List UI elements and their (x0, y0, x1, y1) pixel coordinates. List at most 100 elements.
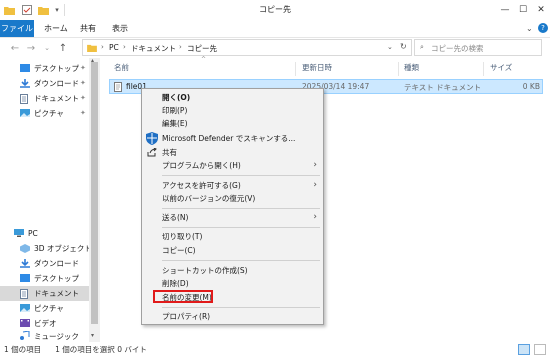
nav-pc[interactable]: PC (0, 226, 100, 241)
tab-home[interactable]: ホーム (44, 20, 68, 37)
download-icon (20, 259, 30, 268)
nav-pc-desktop[interactable]: デスクトップ (0, 271, 100, 286)
menu-separator (162, 227, 320, 228)
nav-quick-desktop[interactable]: デスクトップ ✦ (0, 61, 100, 76)
column-separator[interactable] (398, 62, 399, 76)
column-separator[interactable] (483, 62, 484, 76)
sort-up-icon: ^ (201, 56, 207, 63)
breadcrumb-chevron-icon: › (179, 43, 182, 51)
menu-delete[interactable]: 削除(D) (142, 277, 323, 290)
share-icon (147, 147, 157, 159)
pin-icon: ✦ (80, 64, 86, 72)
rename-highlight-box (153, 290, 213, 303)
menu-properties[interactable]: プロパティ(R) (142, 310, 323, 323)
pin-icon: ✦ (80, 79, 86, 87)
column-type[interactable]: 種類 (404, 62, 419, 74)
nav-quick-downloads[interactable]: ダウンロード ✦ (0, 76, 100, 91)
nav-label: ダウンロード (34, 259, 79, 268)
3d-objects-icon (20, 244, 30, 253)
file-type: テキスト ドキュメント (404, 83, 482, 92)
nav-pc-downloads[interactable]: ダウンロード (0, 256, 100, 271)
breadcrumb-pc[interactable]: PC (109, 43, 119, 52)
column-size[interactable]: サイズ (490, 62, 512, 74)
nav-label: PC (28, 229, 38, 238)
menu-separator (162, 260, 320, 261)
menu-separator (162, 175, 320, 176)
minimize-icon[interactable]: — (496, 0, 514, 20)
ribbon-expand-icon[interactable]: ⌄ (526, 24, 533, 33)
nav-label: ピクチャ (34, 304, 64, 313)
refresh-icon[interactable]: ↻ (400, 42, 407, 51)
ribbon-tabs: ファイル ホーム 共有 表示 ⌄ ? (0, 20, 550, 38)
document-icon (20, 94, 30, 104)
nav-scroll-thumb[interactable] (91, 62, 98, 324)
recent-locations-icon[interactable]: ⌄ (40, 40, 54, 56)
scroll-down-icon[interactable]: ▾ (91, 332, 94, 339)
menu-copy[interactable]: コピー(C) (142, 244, 323, 257)
menu-create-shortcut[interactable]: ショートカットの作成(S) (142, 264, 323, 277)
menu-give-access[interactable]: アクセスを許可する(G) › (142, 179, 323, 192)
menu-send-to[interactable]: 送る(N) › (142, 211, 323, 224)
tab-file[interactable]: ファイル (0, 20, 34, 37)
nav-quick-documents[interactable]: ドキュメント ✦ (0, 91, 100, 106)
menu-open-with[interactable]: プログラムから開く(H) › (142, 159, 323, 172)
address-dropdown-icon[interactable]: ⌄ (387, 43, 393, 51)
search-box[interactable]: ⌕ コピー先の検索 (414, 39, 542, 56)
column-modified[interactable]: 更新日時 (302, 62, 332, 74)
nav-pc-music[interactable]: ミュージック (0, 331, 100, 341)
forward-icon[interactable]: → (24, 40, 38, 56)
submenu-arrow-icon: › (313, 160, 317, 170)
breadcrumb-documents[interactable]: ドキュメント (131, 43, 176, 54)
nav-pc-videos[interactable]: ビデオ (0, 316, 100, 331)
nav-pc-pictures[interactable]: ピクチャ (0, 301, 100, 316)
nav-label: ミュージック (34, 332, 79, 341)
menu-separator (162, 307, 320, 308)
details-view-icon[interactable] (518, 344, 530, 355)
tab-share[interactable]: 共有 (80, 20, 96, 37)
nav-label: デスクトップ (34, 64, 79, 73)
nav-pc-documents[interactable]: ドキュメント (0, 286, 100, 301)
text-file-icon (114, 82, 122, 94)
status-selection: 1 個の項目を選択 0 バイト (55, 345, 147, 354)
desktop-icon (20, 274, 30, 283)
nav-quick-pictures[interactable]: ピクチャ ✦ (0, 106, 100, 121)
menu-restore-versions[interactable]: 以前のバージョンの復元(V) (142, 192, 323, 205)
document-icon (20, 289, 30, 299)
back-icon[interactable]: ← (8, 40, 22, 56)
defender-shield-icon (146, 132, 158, 147)
download-icon (20, 79, 30, 88)
column-name[interactable]: 名前 (114, 62, 129, 74)
nav-pc-3d-objects[interactable]: 3D オブジェクト (0, 241, 100, 256)
status-item-count: 1 個の項目 (4, 345, 42, 354)
pin-icon: ✦ (80, 109, 86, 117)
maximize-icon[interactable]: ☐ (514, 0, 532, 20)
menu-edit[interactable]: 編集(E) (142, 117, 323, 130)
tab-view[interactable]: 表示 (112, 20, 128, 37)
close-icon[interactable]: ✕ (532, 0, 550, 20)
music-icon (20, 331, 30, 340)
nav-label: ビデオ (34, 319, 57, 328)
menu-share[interactable]: 共有 (142, 146, 323, 159)
column-separator[interactable] (295, 62, 296, 76)
status-bar: 1 個の項目 1 個の項目を選択 0 バイト (0, 342, 550, 357)
address-bar[interactable]: › PC › ドキュメント › コピー先 ⌄ ↻ (82, 39, 412, 56)
menu-defender-scan[interactable]: Microsoft Defender でスキャンする... (142, 131, 323, 146)
nav-label: 3D オブジェクト (34, 244, 92, 253)
menu-open[interactable]: 開く(O) (142, 91, 323, 104)
help-icon[interactable]: ? (538, 23, 548, 33)
title-bar: ▾ コピー先 — ☐ ✕ (0, 0, 550, 20)
menu-print[interactable]: 印刷(P) (142, 104, 323, 117)
folder-icon (87, 44, 97, 54)
nav-label: ドキュメント (34, 94, 79, 103)
large-icons-view-icon[interactable] (534, 344, 546, 355)
breadcrumb-chevron-icon: › (123, 43, 126, 51)
desktop-icon (20, 64, 30, 73)
nav-label: ピクチャ (34, 109, 64, 118)
menu-cut[interactable]: 切り取り(T) (142, 230, 323, 243)
nav-label: デスクトップ (34, 274, 79, 283)
up-icon[interactable]: ↑ (56, 40, 70, 56)
breadcrumb-current[interactable]: コピー先 (187, 43, 217, 54)
picture-icon (20, 109, 30, 118)
submenu-arrow-icon: › (313, 180, 317, 190)
search-input[interactable]: コピー先の検索 (431, 43, 484, 54)
